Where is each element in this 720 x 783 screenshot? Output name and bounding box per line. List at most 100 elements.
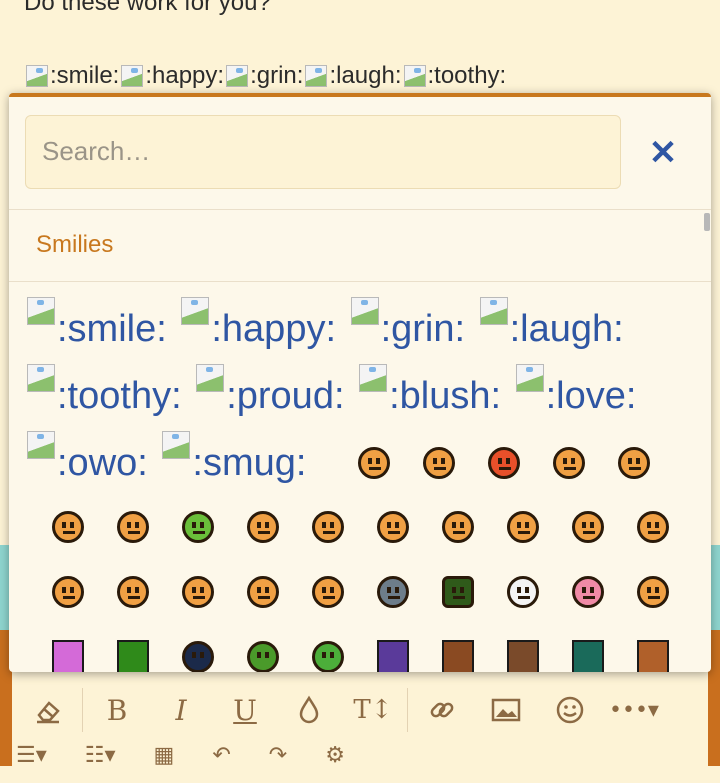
emote-item[interactable]: :proud: (192, 364, 345, 417)
broken-image-icon (25, 362, 57, 394)
character-portrait-icon[interactable] (620, 632, 685, 672)
sprite-row (35, 567, 685, 617)
emote-item[interactable]: :laugh: (476, 297, 624, 350)
underline-button[interactable]: U (213, 680, 277, 740)
upset-face-icon[interactable] (555, 502, 620, 552)
emote-item[interactable]: :smile: (23, 297, 167, 350)
undo-icon[interactable]: ↶ (212, 742, 230, 768)
smiley-icon[interactable] (538, 680, 602, 740)
character-portrait-icon[interactable] (425, 632, 490, 672)
pig-face-icon[interactable] (555, 567, 620, 617)
broken-image-icon (478, 295, 510, 327)
sad-face-icon[interactable] (230, 502, 295, 552)
table-icon[interactable]: ▦ (154, 742, 175, 768)
toolbar-divider (407, 688, 408, 732)
divider (9, 209, 711, 210)
grimace-face-icon[interactable] (35, 502, 100, 552)
post-question: Do these work for you? (24, 0, 271, 16)
inline-emote: :smile: (50, 62, 120, 89)
post-inline-emotes: :smile: :happy: :grin: :laugh: :toothy: (24, 62, 506, 90)
scrollbar[interactable] (704, 213, 710, 231)
green-blob-icon[interactable] (230, 632, 295, 672)
smile-face-icon[interactable] (536, 438, 601, 488)
align-icon[interactable]: ☰▾ (16, 742, 47, 768)
frog-icon[interactable] (295, 632, 360, 672)
search-box (25, 115, 621, 189)
cat-face-icon[interactable] (620, 567, 685, 617)
inline-emote: :toothy: (427, 62, 507, 89)
emote-item[interactable]: :blush: (355, 364, 501, 417)
grumpy-face-icon[interactable] (35, 567, 100, 617)
emote-item[interactable]: :toothy: (23, 364, 182, 417)
sunglasses-face-icon[interactable] (100, 567, 165, 617)
broken-image-icon (357, 362, 389, 394)
emoji-picker-popup: ✕ Smilies :smile: :happy: :grin: :laugh:… (9, 93, 711, 672)
sprite-row (341, 438, 666, 488)
sick-face-icon[interactable] (165, 502, 230, 552)
unamused-face-icon[interactable] (425, 502, 490, 552)
bold-icon: B (106, 693, 128, 727)
underline-icon: U (233, 693, 257, 727)
inline-emote: :grin: (250, 62, 304, 89)
crying-face-icon[interactable] (295, 567, 360, 617)
redo-icon[interactable]: ↷ (269, 742, 287, 768)
frown-face-icon[interactable] (295, 502, 360, 552)
close-icon[interactable]: ✕ (641, 131, 685, 175)
search-input[interactable] (26, 116, 618, 186)
list-icon[interactable]: ☷▾ (85, 742, 116, 768)
broken-image-icon (25, 295, 57, 327)
skull-icon[interactable] (490, 567, 555, 617)
emote-item[interactable]: :love: (512, 364, 636, 417)
drop-icon[interactable] (277, 680, 341, 740)
italic-icon: I (175, 693, 187, 727)
bold-button[interactable]: B (85, 680, 149, 740)
editor-toolbar: B I U T↕ •••▾ (16, 674, 700, 746)
zombie-face-icon[interactable] (360, 567, 425, 617)
mad-face-icon[interactable] (620, 502, 685, 552)
emote-item[interactable]: :grin: (347, 297, 465, 350)
confounded-face-icon[interactable] (230, 567, 295, 617)
emote-item[interactable]: :happy: (177, 297, 336, 350)
purple-pig-icon[interactable] (35, 632, 100, 672)
green-slime-icon[interactable] (100, 632, 165, 672)
character-portrait-icon[interactable] (555, 632, 620, 672)
editor-toolbar-row2: ☰▾ ☷▾ ▦ ↶ ↷ ⚙ (16, 742, 345, 768)
wink-face-icon[interactable] (341, 438, 406, 488)
broken-image-icon (119, 63, 145, 89)
angry-face-icon[interactable] (471, 438, 536, 488)
emote-item[interactable]: :owo: (23, 431, 148, 484)
neutral-face-icon[interactable] (360, 502, 425, 552)
more-icon[interactable]: •••▾ (602, 680, 666, 740)
image-icon[interactable] (474, 680, 538, 740)
text-size-icon[interactable]: T↕ (341, 680, 405, 740)
broken-image-icon (25, 429, 57, 461)
link-icon[interactable] (410, 680, 474, 740)
broken-image-icon (402, 63, 428, 89)
shadow-blob-icon[interactable] (165, 632, 230, 672)
sweat-face-icon[interactable] (490, 502, 555, 552)
worried-face-icon[interactable] (165, 567, 230, 617)
squint-face-icon[interactable] (406, 438, 471, 488)
broken-image-icon (349, 295, 381, 327)
broken-image-icon (194, 362, 226, 394)
italic-button[interactable]: I (149, 680, 213, 740)
broken-image-icon (179, 295, 211, 327)
divider (9, 281, 711, 282)
shock-face-icon[interactable] (601, 438, 666, 488)
inline-emote: :laugh: (329, 62, 402, 89)
creeper-face-icon[interactable] (425, 567, 490, 617)
character-portrait-icon[interactable] (360, 632, 425, 672)
broken-image-icon (514, 362, 546, 394)
character-portrait-icon[interactable] (490, 632, 555, 672)
section-title: Smilies (36, 231, 114, 258)
broken-image-icon (224, 63, 250, 89)
toolbar-divider (82, 688, 83, 732)
broken-image-icon (160, 429, 192, 461)
broken-image-icon (24, 63, 50, 89)
emote-item[interactable]: :smug: (158, 431, 306, 484)
broken-image-icon (303, 63, 329, 89)
blank-face-icon[interactable] (100, 502, 165, 552)
settings-icon[interactable]: ⚙ (325, 742, 345, 768)
eraser-icon[interactable] (16, 680, 80, 740)
sprite-row (35, 502, 685, 552)
